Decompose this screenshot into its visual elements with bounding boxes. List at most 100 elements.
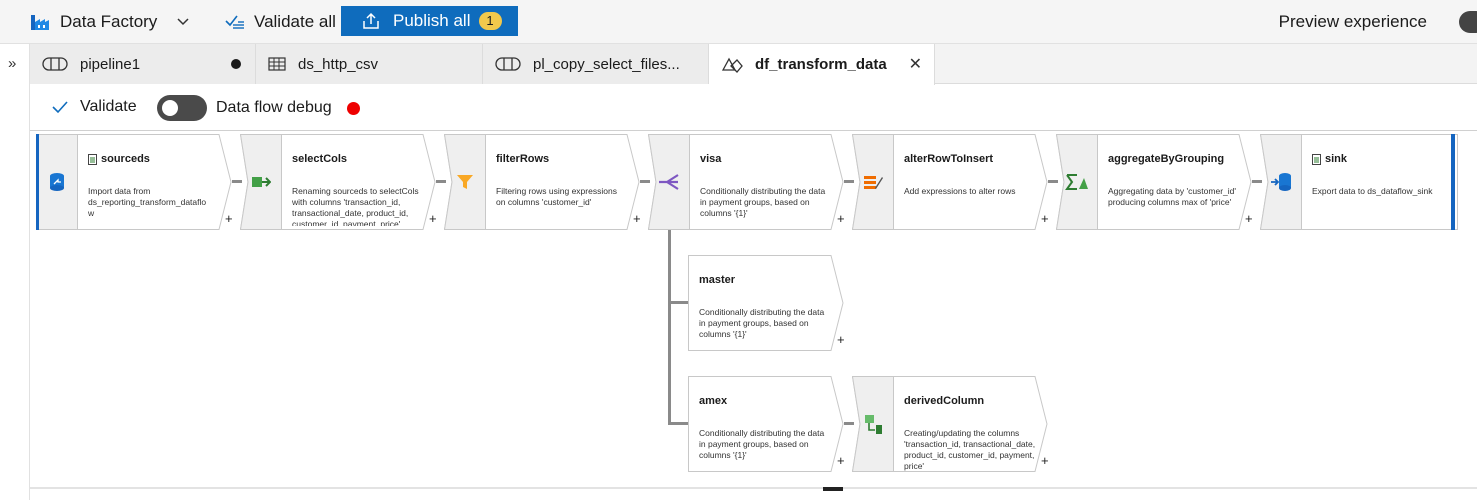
add-transform-button[interactable]: + [429, 211, 437, 226]
validate-all-label: Validate all [254, 12, 336, 31]
add-transform-button[interactable]: + [633, 211, 641, 226]
pipeline-icon [495, 57, 521, 71]
validate-label: Validate [80, 98, 137, 115]
add-transform-button[interactable]: + [837, 332, 845, 347]
node-title-text: visa [700, 153, 722, 165]
node-sink[interactable]: sink Export data to ds_dataflow_sink [1260, 134, 1458, 230]
table-icon [268, 57, 286, 71]
tab-df-transform-data[interactable]: df_transform_data ✕ [709, 44, 935, 85]
scrollbar-thumb[interactable] [823, 487, 843, 491]
debug-status-dot-icon [347, 102, 360, 115]
data-factory-menu[interactable]: Data Factory [30, 0, 157, 44]
node-description: Add expressions to alter rows [904, 186, 1016, 196]
node-description: Filtering rows using expressions on colu… [496, 186, 617, 207]
node-description: Conditionally distributing the data in p… [700, 186, 826, 218]
node-title-text: sink [1325, 153, 1348, 165]
tab-pl-copy-select-files[interactable]: pl_copy_select_files... [483, 44, 709, 84]
horizontal-scrollbar[interactable] [30, 487, 1477, 500]
node-title: selectCols [292, 153, 347, 165]
publish-all-button[interactable]: Publish all 1 [341, 6, 518, 36]
validate-all-button[interactable]: Validate all [225, 0, 336, 44]
source-icon [36, 134, 78, 230]
alter-row-icon [852, 134, 894, 230]
publish-all-label: Publish all [393, 11, 471, 30]
factory-dropdown[interactable] [176, 0, 190, 44]
node-title-text: filterRows [496, 153, 550, 165]
top-toolbar: Data Factory Validate all Publish all 1 … [0, 0, 1477, 44]
node-selectcols[interactable]: selectCols Renaming sourceds to selectCo… [240, 134, 437, 230]
tab-label: df_transform_data [755, 56, 887, 73]
node-alterrowtoinsert[interactable]: alterRowToInsert Add expressions to alte… [852, 134, 1049, 230]
aggregate-icon [1056, 134, 1098, 230]
node-title: filterRows [496, 153, 549, 165]
add-transform-button[interactable]: + [1041, 453, 1049, 468]
tab-label: ds_http_csv [298, 55, 379, 73]
tab-pipeline1[interactable]: pipeline1 [30, 44, 256, 84]
pipeline-icon [42, 57, 68, 71]
edge-split-amex [668, 422, 690, 425]
node-title: sourceds [88, 153, 150, 165]
node-title: master [699, 274, 735, 286]
node-title: derivedColumn [904, 395, 984, 407]
node-title: alterRowToInsert [904, 153, 993, 165]
node-visa[interactable]: visa Conditionally distributing the data… [648, 134, 845, 230]
node-title-text: master [699, 274, 736, 286]
dataflow-icon [721, 57, 743, 73]
node-aggregatebygrouping[interactable]: aggregateByGrouping Aggregating data by … [1056, 134, 1253, 230]
dataset-icon [88, 153, 97, 165]
tab-ds-http-csv[interactable]: ds_http_csv [256, 44, 483, 84]
node-title: aggregateByGrouping [1108, 153, 1224, 165]
validate-all-icon [225, 15, 244, 29]
tab-label: pl_copy_select_files... [533, 55, 680, 73]
preview-experience-label: Preview experience [1278, 12, 1427, 31]
pending-changes-badge: 1 [478, 12, 502, 30]
tab-strip: pipeline1 ds_http_csv pl_copy_select_fil… [30, 44, 1477, 85]
edge-split-branches [668, 229, 671, 425]
derived-column-icon [852, 376, 894, 472]
node-description: Conditionally distributing the data in p… [699, 307, 825, 339]
add-transform-button[interactable]: + [837, 211, 845, 226]
factory-icon [31, 15, 49, 30]
validate-button[interactable]: Validate [52, 98, 137, 116]
node-amex[interactable]: amex Conditionally distributing the data… [688, 376, 845, 472]
add-transform-button[interactable]: + [225, 211, 233, 226]
tab-label: pipeline1 [80, 55, 141, 73]
node-description: Aggregating data by 'customer_id' produc… [1108, 186, 1236, 207]
close-icon[interactable]: ✕ [909, 54, 922, 74]
node-title-text: selectCols [292, 153, 348, 165]
add-transform-button[interactable]: + [1041, 211, 1049, 226]
dataset-icon [1312, 153, 1321, 165]
data-flow-debug-toggle[interactable] [157, 95, 207, 121]
node-description: Renaming sourceds to selectCols with col… [292, 186, 419, 226]
factory-label: Data Factory [60, 12, 158, 31]
node-title-text: sourceds [101, 153, 150, 165]
node-sourceds[interactable]: sourceds Import data from ds_reporting_t… [36, 134, 233, 230]
upload-icon [363, 12, 379, 29]
dataflow-toolbar: Validate Data flow debug [30, 85, 1477, 131]
select-icon [240, 134, 282, 230]
node-title: sink [1312, 153, 1347, 165]
toggle-knob [162, 100, 178, 116]
node-description: Creating/updating the columns 'transacti… [904, 428, 1036, 471]
node-description: Conditionally distributing the data in p… [699, 428, 825, 460]
node-title-text: amex [699, 395, 728, 407]
checkmark-icon [52, 101, 68, 114]
node-master[interactable]: master Conditionally distributing the da… [688, 255, 845, 351]
unsaved-dot-icon [231, 59, 241, 69]
preview-experience-toggle[interactable] [1459, 11, 1477, 33]
split-icon [648, 134, 690, 230]
filter-icon [444, 134, 486, 230]
node-title: amex [699, 395, 727, 407]
node-description: Export data to ds_dataflow_sink [1312, 186, 1433, 196]
add-transform-button[interactable]: + [837, 453, 845, 468]
left-rail: » [0, 44, 30, 500]
add-transform-button[interactable]: + [1245, 211, 1253, 226]
node-title: visa [700, 153, 721, 165]
node-title-text: derivedColumn [904, 395, 985, 407]
node-filterrows[interactable]: filterRows Filtering rows using expressi… [444, 134, 641, 230]
expand-icon[interactable]: » [8, 55, 16, 72]
data-flow-debug-label: Data flow debug [216, 99, 332, 116]
node-derivedcolumn[interactable]: derivedColumn Creating/updating the colu… [852, 376, 1049, 472]
node-description: Import data from ds_reporting_transform_… [88, 186, 207, 218]
node-title-text: aggregateByGrouping [1108, 153, 1225, 165]
